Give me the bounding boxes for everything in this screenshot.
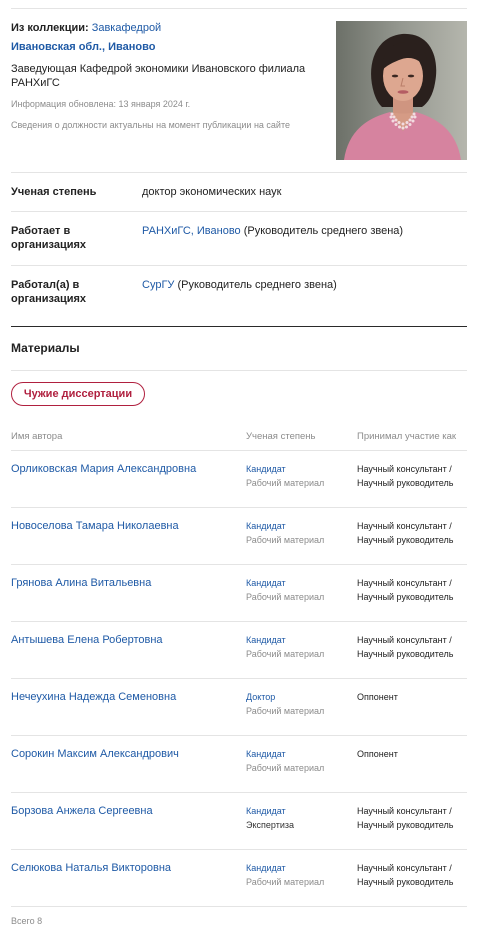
organization-link[interactable]: СурГУ: [142, 279, 174, 291]
table-row: Грянова Алина Витальевна Кандидат Рабочий…: [11, 565, 467, 621]
detail-label: Работал(а) в организациях: [11, 279, 87, 305]
author-cell: Сорокин Максим Александрович: [11, 747, 246, 792]
author-name-link[interactable]: Селюкова Наталья Викторовна: [11, 862, 171, 874]
organization-role: (Руководитель среднего звена): [177, 279, 337, 291]
collection-label: Из коллекции:: [11, 22, 89, 34]
degree-cell: Кандидат Рабочий материал: [246, 747, 357, 792]
table-row: Борзова Анжела Сергеевна Кандидат Эксперт…: [11, 793, 467, 849]
degree-link[interactable]: Кандидат: [246, 576, 357, 590]
column-header-participation: Принимал участие как: [357, 431, 457, 442]
degree-link[interactable]: Кандидат: [246, 519, 357, 533]
materials-controls: Чужие диссертации Имя автора Ученая степ…: [11, 371, 467, 450]
table-row: Сорокин Максим Александрович Кандидат Раб…: [11, 736, 467, 792]
degree-link[interactable]: Кандидат: [246, 804, 357, 818]
participation-role: Оппонент: [357, 692, 398, 702]
degree-cell: Кандидат Рабочий материал: [246, 462, 357, 507]
author-name-link[interactable]: Грянова Алина Витальевна: [11, 577, 151, 589]
material-type: Экспертиза: [246, 820, 294, 830]
author-name-link[interactable]: Нечеухина Надежда Семеновна: [11, 691, 176, 703]
detail-value: СурГУ (Руководитель среднего звена): [142, 278, 467, 326]
degree-link[interactable]: Кандидат: [246, 747, 357, 761]
degree-cell: Кандидат Рабочий материал: [246, 576, 357, 621]
degree-link[interactable]: Кандидат: [246, 861, 357, 875]
organization-role: (Руководитель среднего звена): [243, 225, 404, 237]
participation-role: Научный консультант / Научный руководите…: [357, 806, 454, 830]
position-note: Сведения о должности актуальны на момент…: [11, 120, 290, 130]
updated-date: Информация обновлена: 13 января 2024 г.: [11, 99, 191, 109]
detail-value: РАНХиГС, Иваново (Руководитель среднего …: [142, 224, 467, 265]
detail-row-degree: Ученая степень доктор экономических наук: [11, 173, 467, 211]
participation-role: Оппонент: [357, 749, 398, 759]
table-row: Орликовская Мария Александровна Кандидат…: [11, 451, 467, 507]
author-cell: Новоселова Тамара Николаевна: [11, 519, 246, 564]
material-type: Рабочий материал: [246, 763, 325, 773]
author-cell: Орликовская Мария Александровна: [11, 462, 246, 507]
material-type: Рабочий материал: [246, 649, 325, 659]
degree-cell: Кандидат Рабочий материал: [246, 519, 357, 564]
material-type: Рабочий материал: [246, 478, 325, 488]
table-row: Антышева Елена Робертовна Кандидат Рабочи…: [11, 622, 467, 678]
collection-line: Из коллекции: Завкафедрой: [11, 21, 323, 36]
participation-role: Научный консультант / Научный руководите…: [357, 464, 454, 488]
total-count: Всего 8: [11, 916, 43, 926]
author-name-link[interactable]: Антышева Елена Робертовна: [11, 634, 163, 646]
detail-label: Ученая степень: [11, 186, 97, 198]
participation-role: Научный консультант / Научный руководите…: [357, 863, 454, 887]
author-cell: Селюкова Наталья Викторовна: [11, 861, 246, 906]
material-type: Рабочий материал: [246, 877, 325, 887]
collection-link[interactable]: Завкафедрой: [92, 22, 162, 34]
column-header-degree: Ученая степень: [246, 431, 316, 442]
participation-role: Научный консультант / Научный руководите…: [357, 635, 454, 659]
detail-label: Работает в организациях: [11, 225, 87, 251]
detail-row-past-orgs: Работал(а) в организациях СурГУ (Руковод…: [11, 266, 467, 326]
person-card: Из коллекции: Завкафедрой Ивановская обл…: [11, 8, 467, 927]
degree-cell: Кандидат Рабочий материал: [246, 633, 357, 678]
participation-role: Научный консультант / Научный руководите…: [357, 578, 454, 602]
organization-link[interactable]: РАНХиГС, Иваново: [142, 225, 241, 237]
author-cell: Грянова Алина Витальевна: [11, 576, 246, 621]
profile-photo: [336, 21, 467, 160]
material-type: Рабочий материал: [246, 706, 325, 716]
author-cell: Нечеухина Надежда Семеновна: [11, 690, 246, 735]
participation-role: Научный консультант / Научный руководите…: [357, 521, 454, 545]
author-name-link[interactable]: Орликовская Мария Александровна: [11, 463, 196, 475]
material-type: Рабочий материал: [246, 535, 325, 545]
profile-header: Из коллекции: Завкафедрой Ивановская обл…: [11, 9, 467, 172]
material-type: Рабочий материал: [246, 592, 325, 602]
table-row: Селюкова Наталья Викторовна Кандидат Рабо…: [11, 850, 467, 906]
author-cell: Антышева Елена Робертовна: [11, 633, 246, 678]
foreign-dissertations-button[interactable]: Чужие диссертации: [11, 382, 145, 406]
degree-cell: Доктор Рабочий материал: [246, 690, 357, 735]
author-name-link[interactable]: Сорокин Максим Александрович: [11, 748, 179, 760]
detail-value: доктор экономических наук: [142, 186, 282, 198]
table-row: Новоселова Тамара Николаевна Кандидат Раб…: [11, 508, 467, 564]
table-header: Имя автора Ученая степень Принимал участ…: [11, 431, 467, 443]
table-row: Нечеухина Надежда Семеновна Доктор Рабочи…: [11, 679, 467, 735]
degree-cell: Кандидат Рабочий материал: [246, 861, 357, 906]
author-name-link[interactable]: Борзова Анжела Сергеевна: [11, 805, 153, 817]
degree-link[interactable]: Кандидат: [246, 462, 357, 476]
degree-link[interactable]: Кандидат: [246, 633, 357, 647]
degree-cell: Кандидат Экспертиза: [246, 804, 357, 849]
location-link[interactable]: Ивановская обл., Иваново: [11, 40, 323, 55]
degree-link[interactable]: Доктор: [246, 690, 357, 704]
detail-row-current-orgs: Работает в организациях РАНХиГС, Иваново…: [11, 212, 467, 265]
author-cell: Борзова Анжела Сергеевна: [11, 804, 246, 849]
author-name-link[interactable]: Новоселова Тамара Николаевна: [11, 520, 179, 532]
position-title: Заведующая Кафедрой экономики Ивановског…: [11, 63, 306, 89]
profile-info: Из коллекции: Завкафедрой Ивановская обл…: [11, 21, 323, 131]
materials-title: Материалы: [11, 341, 80, 355]
column-header-author: Имя автора: [11, 431, 63, 442]
